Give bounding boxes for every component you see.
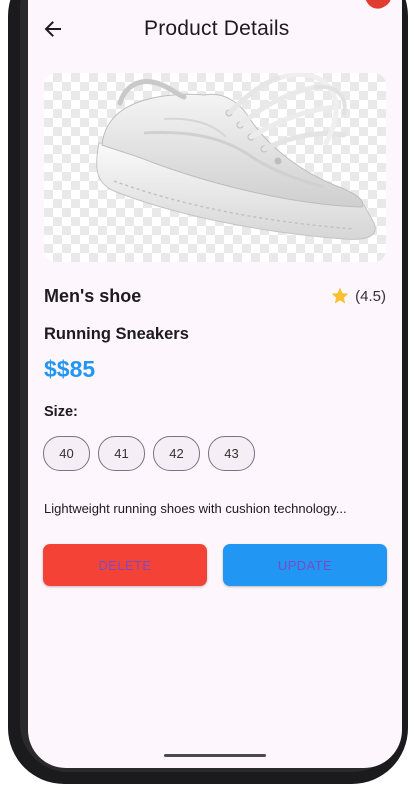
delete-button[interactable]: DELETE (43, 544, 207, 586)
back-button[interactable] (38, 14, 68, 44)
product-image (44, 73, 386, 262)
arrow-left-icon (44, 21, 61, 37)
update-button[interactable]: UPDATE (223, 544, 387, 586)
size-options: 40 41 42 43 (43, 436, 255, 471)
app-screen: Product Details Men's shoe (4.5) Running… (28, 0, 402, 768)
product-description: Lightweight running shoes with cushion t… (44, 501, 347, 516)
size-chip-40[interactable]: 40 (43, 436, 90, 471)
product-rating: (4.5) (330, 286, 386, 306)
size-chip-42[interactable]: 42 (153, 436, 200, 471)
size-chip-41[interactable]: 41 (98, 436, 145, 471)
product-name: Men's shoe (44, 286, 142, 306)
size-chip-43[interactable]: 43 (208, 436, 255, 471)
sneaker-image (96, 73, 376, 240)
app-bar: Product Details (28, 0, 402, 60)
home-indicator[interactable] (164, 754, 266, 757)
star-icon (331, 287, 349, 304)
size-label: Size: (44, 404, 78, 420)
page-title: Product Details (144, 17, 290, 40)
device-frame: Product Details Men's shoe (4.5) Running… (0, 0, 414, 786)
rating-value: (4.5) (355, 287, 386, 305)
product-subtitle: Running Sneakers (44, 325, 189, 343)
product-price: $$85 (44, 356, 96, 382)
